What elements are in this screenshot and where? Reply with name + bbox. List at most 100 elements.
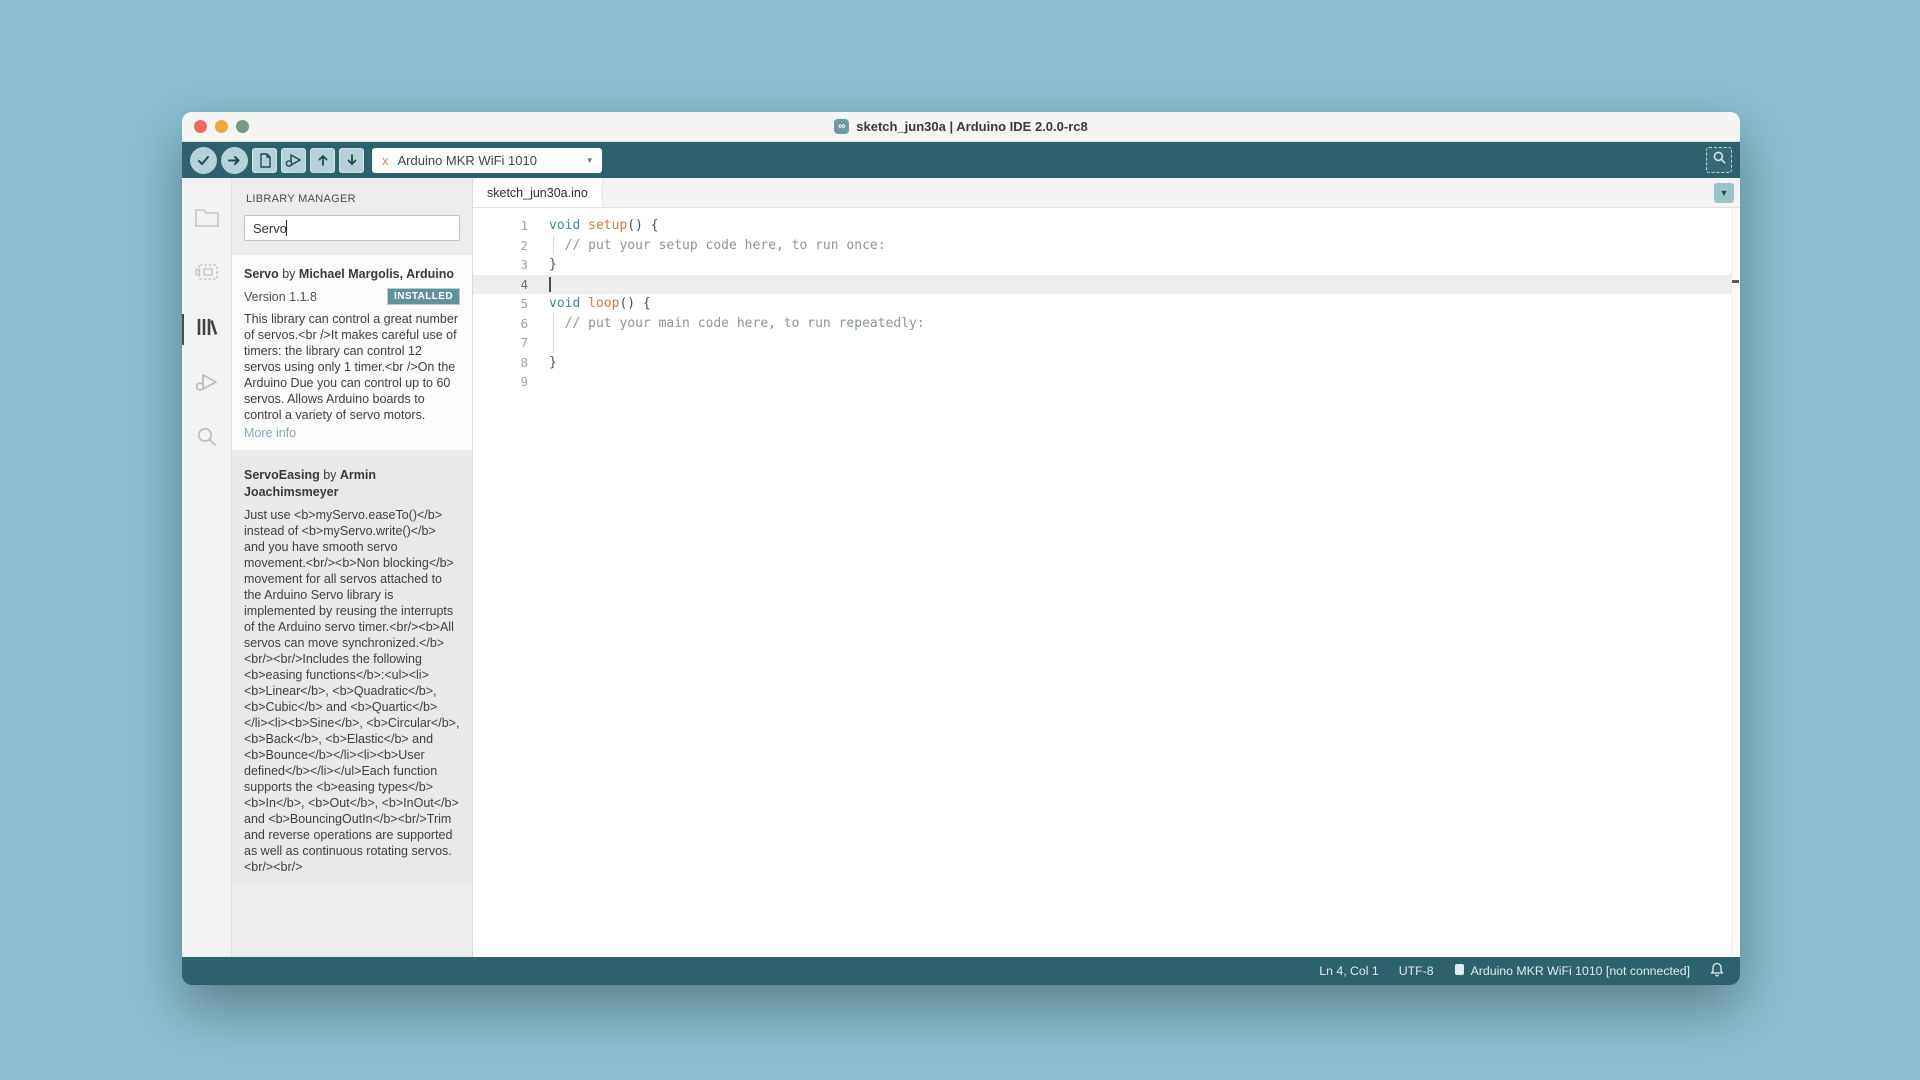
arrow-down-icon [345, 153, 359, 167]
line-content: // put your main code here, to run repea… [549, 314, 925, 334]
search-icon [195, 425, 219, 454]
code-line[interactable]: 2 // put your setup code here, to run on… [473, 236, 1740, 256]
chip-icon [194, 260, 220, 289]
line-number[interactable]: 9 [473, 372, 528, 392]
line-number[interactable]: 1 [473, 216, 528, 236]
line-number[interactable]: 8 [473, 353, 528, 373]
code-token: } [549, 257, 557, 272]
title-bar[interactable]: ∞ sketch_jun30a | Arduino IDE 2.0.0-rc8 [182, 112, 1740, 142]
code-token: // put your setup code here, to run once… [549, 238, 886, 253]
arrow-up-button[interactable] [310, 148, 335, 173]
editor-tab-bar: sketch_jun30a.ino ▼ [473, 178, 1740, 208]
sidebar-item-search[interactable] [182, 412, 232, 467]
close-window-button[interactable] [194, 120, 207, 133]
library-search-input[interactable] [244, 215, 460, 241]
arrow-right-icon [227, 153, 242, 168]
line-number[interactable]: 7 [473, 333, 528, 353]
code-line[interactable]: 6 // put your main code here, to run rep… [473, 314, 1740, 334]
sidebar-item-boards-manager[interactable] [182, 247, 232, 302]
code-token: loop [588, 296, 619, 311]
text-cursor [286, 220, 287, 236]
editor-scrollbar[interactable] [1731, 208, 1740, 957]
code-line[interactable]: 4 [473, 275, 1740, 295]
chevron-down-icon: ▾ [587, 155, 592, 166]
zoom-window-button[interactable] [236, 120, 249, 133]
code-token: void [549, 218, 580, 233]
more-info-link[interactable]: More info [244, 426, 460, 440]
code-token: } [549, 355, 557, 370]
cursor-position-status[interactable]: Ln 4, Col 1 [1319, 964, 1378, 978]
library-results-list: Servo by Michael Margolis, Arduino Versi… [232, 255, 472, 957]
board-icon [1454, 963, 1465, 979]
code-line[interactable]: 1 void setup() { [473, 216, 1740, 236]
debug-play-icon [194, 370, 220, 399]
new-sketch-button[interactable] [252, 148, 277, 173]
upload-button[interactable] [221, 147, 248, 174]
editor-caret [549, 277, 551, 293]
bell-icon [1710, 962, 1724, 980]
verify-button[interactable] [190, 147, 217, 174]
notifications-button[interactable] [1710, 962, 1724, 980]
line-number[interactable]: 2 [473, 236, 528, 256]
code-token [580, 296, 588, 311]
code-token: () { [627, 218, 658, 233]
check-icon [196, 153, 211, 168]
debug-icon [285, 152, 302, 168]
window-title: sketch_jun30a | Arduino IDE 2.0.0-rc8 [856, 119, 1087, 134]
library-manager-panel: LIBRARY MANAGER Servo by Michael Margoli… [232, 178, 473, 957]
code-editor[interactable]: 1void setup() {2 // put your setup code … [473, 208, 1740, 957]
toolbar: x Arduino MKR WiFi 1010 ▾ [182, 142, 1740, 178]
code-token [580, 218, 588, 233]
board-connection-status[interactable]: Arduino MKR WiFi 1010 [not connected] [1454, 963, 1690, 979]
magnifier-icon [1712, 150, 1727, 170]
code-line[interactable]: 3} [473, 255, 1740, 275]
code-token: () { [619, 296, 650, 311]
tab-dropdown-button[interactable]: ▼ [1714, 183, 1734, 203]
line-content: } [549, 353, 557, 373]
board-close-icon[interactable]: x [382, 153, 389, 168]
arrow-up-icon [316, 153, 330, 167]
tab-sketch-jun30a[interactable]: sketch_jun30a.ino [473, 178, 603, 207]
folder-icon [194, 206, 220, 233]
code-token: // put your main code here, to run repea… [549, 316, 925, 331]
books-icon [194, 315, 220, 344]
panel-title: LIBRARY MANAGER [232, 178, 472, 215]
sidebar-item-sketchbook[interactable] [182, 192, 232, 247]
activity-bar [182, 178, 232, 957]
line-number[interactable]: 5 [473, 294, 528, 314]
editor-area: sketch_jun30a.ino ▼ 1void setup() {2 // … [473, 178, 1740, 957]
line-content: void loop() { [549, 294, 651, 314]
library-description: This library can control a great number … [244, 311, 460, 423]
library-entry-servo[interactable]: Servo by Michael Margolis, Arduino Versi… [232, 255, 472, 450]
code-line[interactable]: 5 void loop() { [473, 294, 1740, 314]
minimize-window-button[interactable] [215, 120, 228, 133]
line-content: // put your setup code here, to run once… [549, 236, 886, 256]
line-number[interactable]: 3 [473, 255, 528, 275]
window-controls [194, 120, 249, 133]
encoding-status[interactable]: UTF-8 [1399, 964, 1434, 978]
sidebar-item-debug[interactable] [182, 357, 232, 412]
code-line[interactable]: 8} [473, 353, 1740, 373]
line-number[interactable]: 4 [473, 275, 528, 295]
board-selector[interactable]: x Arduino MKR WiFi 1010 ▾ [372, 148, 602, 173]
sidebar-item-library-manager[interactable] [182, 302, 232, 357]
code-line[interactable]: 7 [473, 333, 1740, 353]
code-line[interactable]: 9 [473, 372, 1740, 392]
status-bar: Ln 4, Col 1 UTF-8 Arduino MKR WiFi 1010 … [182, 957, 1740, 985]
document-icon [258, 153, 272, 168]
line-number[interactable]: 6 [473, 314, 528, 334]
code-token: setup [588, 218, 627, 233]
indent-guide [553, 236, 554, 256]
board-selector-value: Arduino MKR WiFi 1010 [398, 153, 537, 168]
arrow-down-button[interactable] [339, 148, 364, 173]
library-version: Version 1.1.8 [244, 290, 317, 304]
serial-monitor-button[interactable] [1706, 147, 1732, 173]
code-token: void [549, 296, 580, 311]
installed-badge: INSTALLED [387, 288, 460, 305]
arduino-ide-window: ∞ sketch_jun30a | Arduino IDE 2.0.0-rc8 … [182, 112, 1740, 985]
library-entry-servoeasing[interactable]: ServoEasing by Armin Joachimsmeyer Just … [232, 456, 472, 885]
debug-button[interactable] [281, 148, 306, 173]
arduino-app-icon: ∞ [834, 119, 849, 134]
line-content: } [549, 255, 557, 275]
library-title: Servo by Michael Margolis, Arduino [244, 266, 460, 283]
